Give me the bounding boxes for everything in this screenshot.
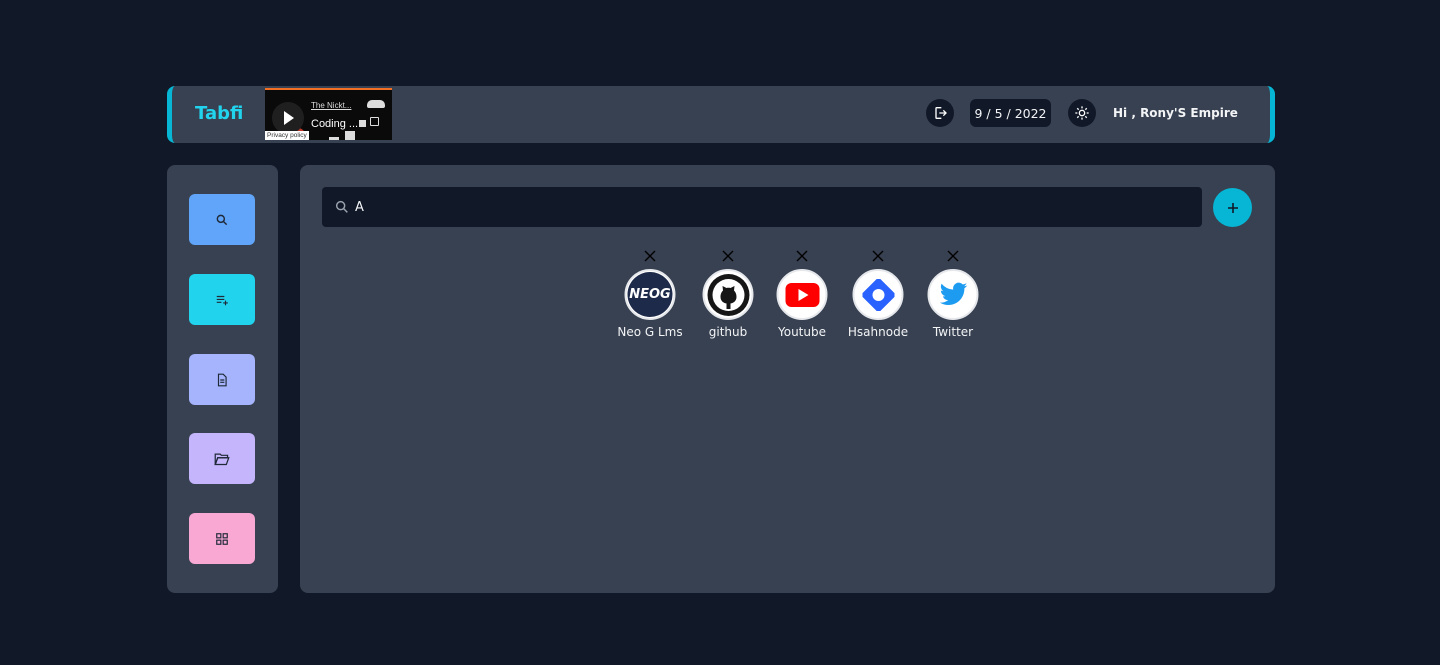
waveform-block bbox=[329, 137, 339, 140]
theme-toggle-button[interactable] bbox=[1068, 99, 1096, 127]
neog-logo-text: NEOG bbox=[629, 287, 671, 302]
shortcut-label: github bbox=[708, 325, 748, 339]
search-input[interactable] bbox=[355, 187, 1175, 227]
hashnode-logo-icon[interactable] bbox=[852, 269, 904, 320]
folder-open-icon bbox=[214, 452, 230, 465]
player-track[interactable]: Coding ... bbox=[311, 118, 358, 130]
play-button[interactable] bbox=[272, 102, 304, 134]
twitter-logo-icon[interactable] bbox=[927, 269, 979, 320]
close-icon[interactable] bbox=[722, 250, 734, 262]
waveform-block bbox=[345, 131, 355, 140]
share-icon[interactable] bbox=[370, 117, 379, 126]
playlist-add-icon bbox=[216, 295, 228, 305]
soundcloud-icon[interactable] bbox=[367, 100, 385, 108]
search-bar bbox=[322, 187, 1202, 227]
brand-title: Tabfi bbox=[195, 103, 244, 124]
header-bar: Tabfi The Nickt... Coding ... Privacy po… bbox=[167, 86, 1275, 143]
main-panel: NEOG Neo G Lms github Youtube bbox=[300, 165, 1275, 593]
player-artist[interactable]: The Nickt... bbox=[311, 101, 355, 110]
youtube-logo-icon[interactable] bbox=[776, 269, 828, 320]
sidebar-search-button[interactable] bbox=[189, 194, 255, 245]
dashboard-icon bbox=[216, 532, 228, 545]
close-icon[interactable] bbox=[872, 250, 884, 262]
search-icon bbox=[335, 200, 348, 213]
search-icon bbox=[216, 214, 228, 225]
add-shortcut-button[interactable] bbox=[1213, 188, 1252, 227]
hashnode-logo-graphic bbox=[862, 278, 894, 311]
shortcut-label: Youtube bbox=[778, 325, 826, 339]
privacy-policy-link[interactable]: Privacy policy bbox=[265, 131, 309, 140]
document-icon bbox=[217, 373, 227, 386]
sidebar-notes-button[interactable] bbox=[189, 354, 255, 405]
logout-icon bbox=[935, 107, 947, 119]
sidebar-dashboard-button[interactable] bbox=[189, 513, 255, 564]
youtube-logo-graphic bbox=[785, 282, 819, 307]
shortcut-label: Hsahnode bbox=[847, 325, 909, 339]
user-greeting: Hi , Rony'S Empire bbox=[1113, 106, 1238, 120]
github-logo-graphic bbox=[707, 273, 749, 316]
logout-button[interactable] bbox=[926, 99, 954, 127]
shortcut-label: Neo G Lms bbox=[617, 325, 683, 339]
close-icon[interactable] bbox=[796, 250, 808, 262]
github-logo-icon[interactable] bbox=[702, 269, 754, 320]
sun-icon bbox=[1075, 106, 1089, 120]
waveform-block bbox=[359, 120, 366, 127]
close-icon[interactable] bbox=[644, 250, 656, 262]
sidebar-playlist-button[interactable] bbox=[189, 274, 255, 325]
sidebar bbox=[167, 165, 278, 593]
twitter-logo-graphic bbox=[939, 282, 967, 305]
close-icon[interactable] bbox=[947, 250, 959, 262]
plus-icon bbox=[1227, 202, 1238, 213]
soundcloud-player[interactable]: The Nickt... Coding ... Privacy policy bbox=[265, 88, 392, 140]
neog-logo-icon[interactable]: NEOG bbox=[624, 269, 676, 320]
sidebar-folder-button[interactable] bbox=[189, 433, 255, 484]
date-display: 9 / 5 / 2022 bbox=[970, 99, 1051, 127]
shortcut-label: Twitter bbox=[932, 325, 974, 339]
